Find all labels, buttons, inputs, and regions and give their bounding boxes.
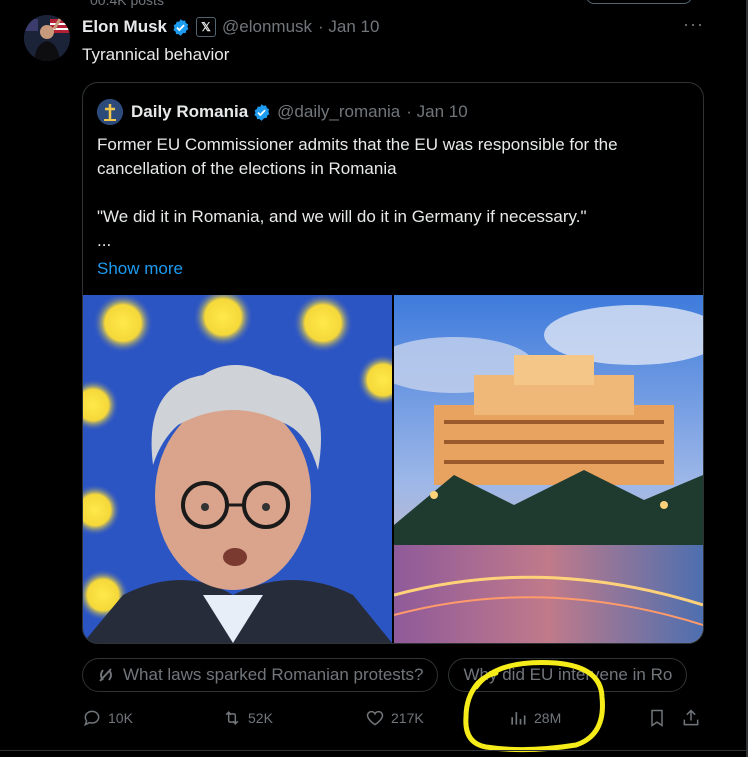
repost-button[interactable]: 52K — [222, 708, 273, 728]
quote-text-line2: "We did it in Romania, and we will do it… — [97, 207, 587, 226]
view-count: 28M — [534, 710, 562, 726]
like-button[interactable]: 217K — [365, 708, 424, 728]
quoted-tweet[interactable]: Daily Romania @daily_romania · Jan 10 Fo… — [82, 82, 704, 644]
verified-icon — [254, 103, 270, 121]
grok-suggestion-chip[interactable]: What laws sparked Romanian protests? — [82, 658, 439, 692]
bookmark-button[interactable] — [647, 708, 673, 728]
share-button[interactable] — [681, 708, 707, 728]
quote-text-line1: Former EU Commissioner admits that the E… — [97, 135, 618, 178]
post-count-partial: 00.4K posts — [90, 0, 164, 8]
reply-count: 10K — [108, 710, 133, 726]
tweet-text: Tyrannical behavior — [82, 45, 230, 64]
grok-suggestion-chip[interactable]: Why did EU intervene in Ro — [448, 658, 688, 692]
analytics-icon — [511, 712, 526, 725]
quote-image-portrait[interactable] — [83, 295, 392, 643]
tweet-header: Elon Musk 𝕏 @elonmusk · Jan 10 — [82, 16, 379, 38]
bookmark-icon — [651, 709, 663, 727]
quote-author-name[interactable]: Daily Romania — [131, 102, 248, 122]
quote-body: Former EU Commissioner admits that the E… — [97, 133, 687, 281]
avatar[interactable] — [24, 15, 70, 61]
show-more-link[interactable]: Show more — [97, 257, 687, 281]
quote-author-handle: @daily_romania — [277, 102, 401, 121]
quote-header: Daily Romania @daily_romania · Jan 10 — [97, 99, 468, 125]
grok-suggestion-chips: What laws sparked Romanian protests? Why… — [82, 658, 706, 692]
heart-icon — [366, 710, 384, 726]
views-button[interactable]: 28M — [508, 708, 561, 728]
reply-button[interactable]: 10K — [82, 708, 133, 728]
more-options-icon[interactable]: ··· — [683, 14, 704, 35]
chip-label: Why did EU intervene in Ro — [463, 665, 673, 684]
share-icon — [683, 709, 699, 726]
tweet-divider — [0, 750, 748, 751]
quote-image-palace[interactable] — [394, 295, 703, 643]
author-name[interactable]: Elon Musk — [82, 17, 167, 37]
x-affiliate-badge-icon: 𝕏 — [196, 17, 217, 37]
quote-ellipsis: ... — [97, 231, 112, 250]
grok-icon — [99, 668, 112, 682]
chip-label: What laws sparked Romanian protests? — [123, 665, 424, 684]
like-count: 217K — [391, 710, 424, 726]
tweet-actions: 10K 52K 217K 28M — [82, 708, 706, 734]
quote-avatar[interactable] — [97, 99, 123, 125]
quote-date: · Jan 10 — [406, 102, 468, 121]
repost-count: 52K — [248, 710, 273, 726]
reply-icon — [84, 710, 100, 727]
follow-button-partial[interactable] — [586, 0, 692, 4]
repost-icon — [225, 711, 239, 725]
verified-icon — [173, 18, 189, 36]
tweet-date[interactable]: · Jan 10 — [318, 17, 379, 37]
author-handle[interactable]: @elonmusk — [222, 17, 312, 37]
